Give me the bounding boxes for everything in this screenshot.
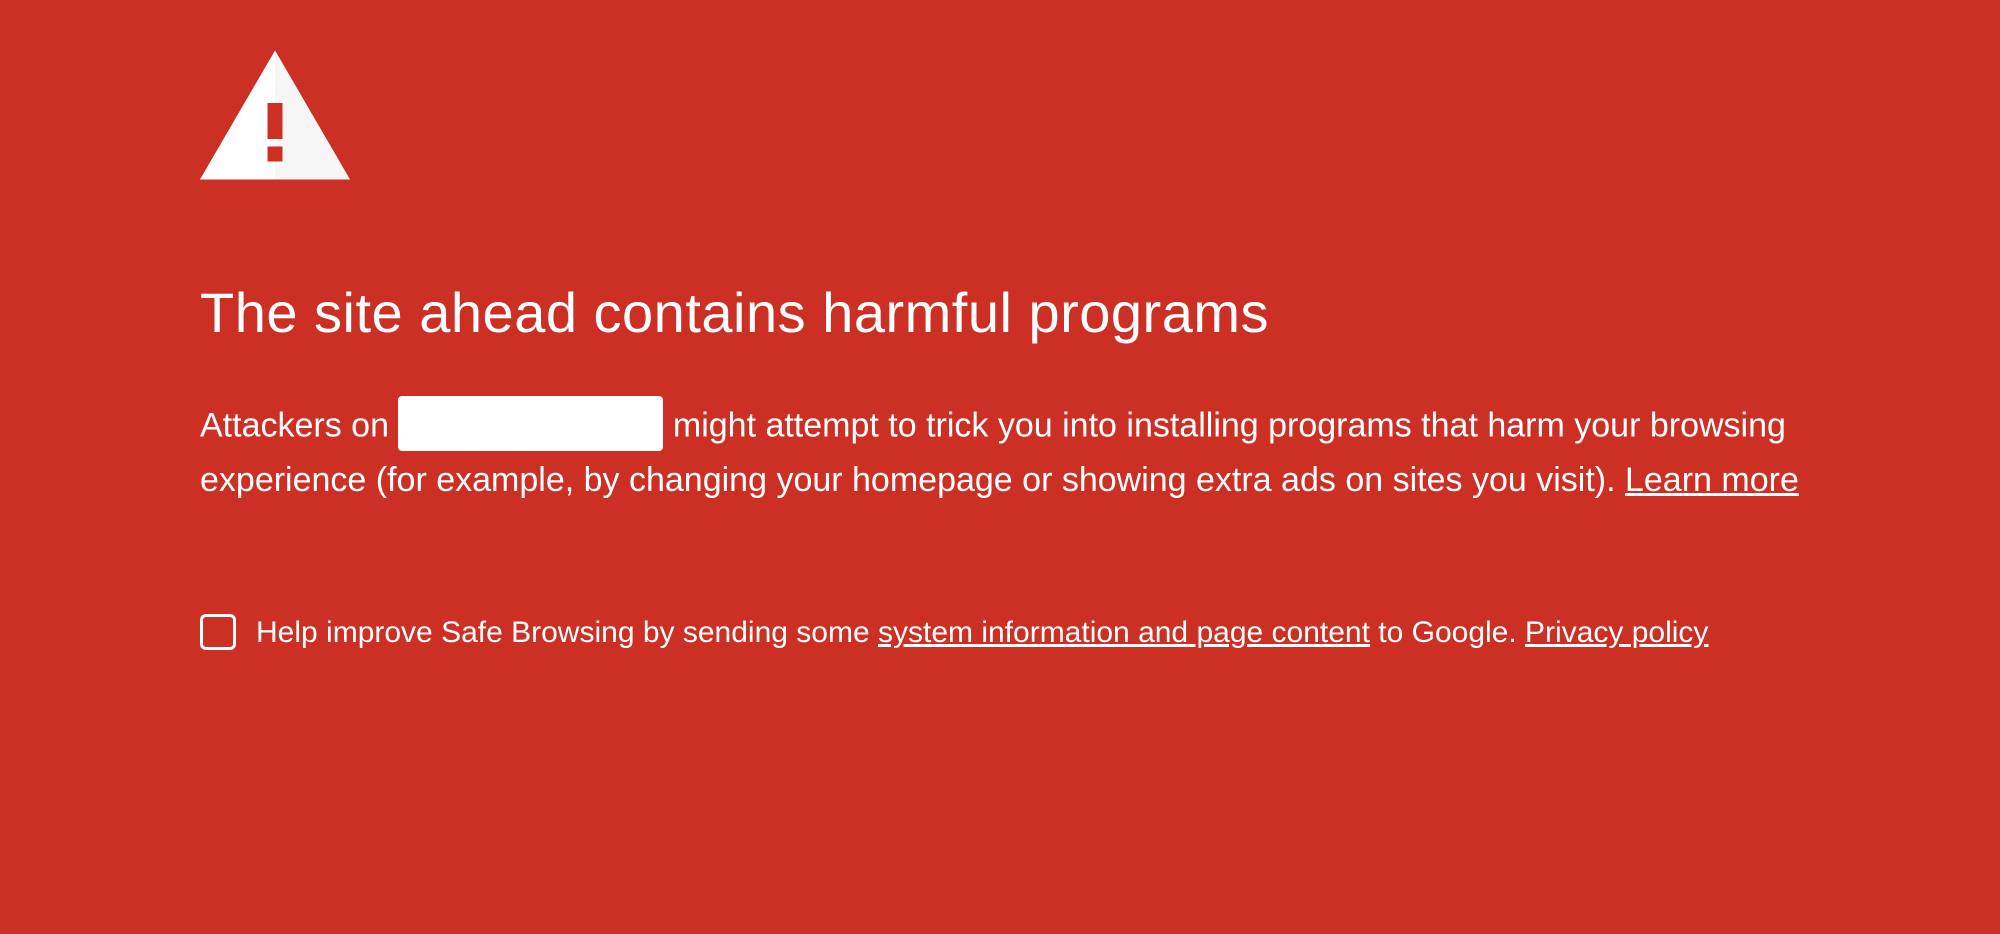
system-info-link[interactable]: system information and page content [878, 616, 1370, 649]
safe-browsing-checkbox[interactable] [200, 614, 236, 650]
safe-browsing-label: Help improve Safe Browsing by sending so… [256, 610, 1708, 657]
checkbox-text-before: Help improve Safe Browsing by sending so… [256, 616, 878, 649]
learn-more-link[interactable]: Learn more [1625, 461, 1799, 499]
redacted-site-name [398, 396, 663, 451]
safe-browsing-opt-in-row: Help improve Safe Browsing by sending so… [200, 610, 1800, 657]
warning-description: Attackers on might attempt to trick you … [200, 400, 1800, 505]
checkbox-text-middle: to Google. [1370, 616, 1525, 649]
warning-heading: The site ahead contains harmful programs [200, 280, 1800, 345]
warning-triangle-icon [200, 50, 1800, 185]
description-text-before: Attackers on [200, 406, 398, 444]
privacy-policy-link[interactable]: Privacy policy [1525, 616, 1708, 649]
